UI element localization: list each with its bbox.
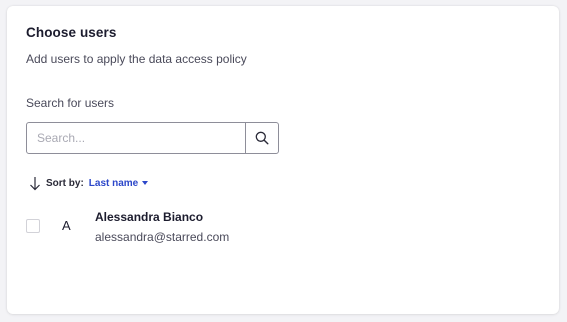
user-checkbox[interactable] <box>26 219 40 233</box>
avatar: A <box>62 218 71 233</box>
arrow-down-icon[interactable] <box>29 175 43 191</box>
panel-subtitle: Add users to apply the data access polic… <box>26 52 247 66</box>
search-button[interactable] <box>245 123 278 153</box>
search-icon <box>255 131 269 145</box>
choose-users-panel: Choose users Add users to apply the data… <box>7 6 559 314</box>
search-input[interactable] <box>27 123 245 153</box>
sort-dropdown[interactable]: Last name <box>88 177 149 189</box>
sort-value-label: Last name <box>88 177 139 189</box>
sort-control: Sort by: Last name <box>29 175 149 191</box>
user-email: alessandra@starred.com <box>95 230 230 244</box>
panel-title: Choose users <box>26 25 117 40</box>
search-field <box>26 122 279 154</box>
caret-down-icon <box>142 181 149 185</box>
sort-label: Sort by: <box>46 177 84 189</box>
user-name: Alessandra Bianco <box>95 210 204 224</box>
list-item: A Alessandra Bianco alessandra@starred.c… <box>26 209 326 249</box>
search-label: Search for users <box>26 96 115 110</box>
